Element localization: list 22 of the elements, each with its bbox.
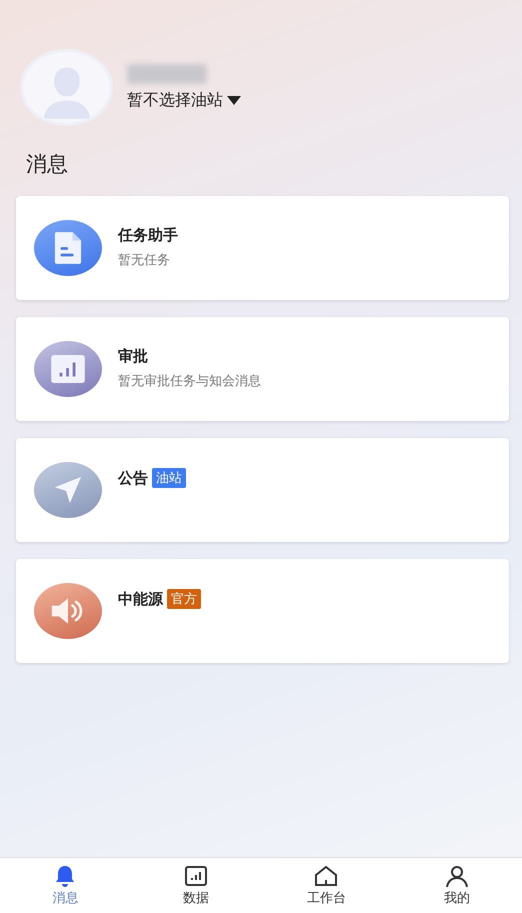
message-card[interactable]: 审批 暂无审批任务与知会消息: [16, 317, 509, 421]
tab[interactable]: 我的: [392, 858, 522, 913]
message-card[interactable]: 中能源 官方: [16, 559, 509, 663]
person-icon: [444, 864, 469, 888]
tab[interactable]: 数据: [130, 858, 261, 913]
message-title: 中能源: [118, 590, 163, 608]
home-icon: [314, 864, 338, 888]
message-subtitle: 暂无任务: [118, 252, 171, 269]
tag: 油站: [152, 468, 186, 488]
caret-icon: [227, 96, 241, 105]
message-subtitle: 暂无审批任务与知会消息: [118, 373, 261, 390]
message-title: 公告: [118, 468, 148, 488]
message-card[interactable]: 任务助手 暂无任务: [16, 196, 509, 300]
message-card[interactable]: 公告 油站: [16, 438, 509, 542]
tab[interactable]: 工作台: [261, 858, 392, 913]
message-title: 任务助手: [118, 226, 178, 245]
message-title: 审批: [118, 347, 148, 366]
section-title: 消息: [25, 151, 69, 178]
tag: 官方: [167, 589, 201, 609]
station-picker[interactable]: 暂不选择油站: [127, 90, 241, 111]
tab[interactable]: 消息: [0, 858, 130, 913]
bar-chart-icon: [184, 864, 208, 888]
